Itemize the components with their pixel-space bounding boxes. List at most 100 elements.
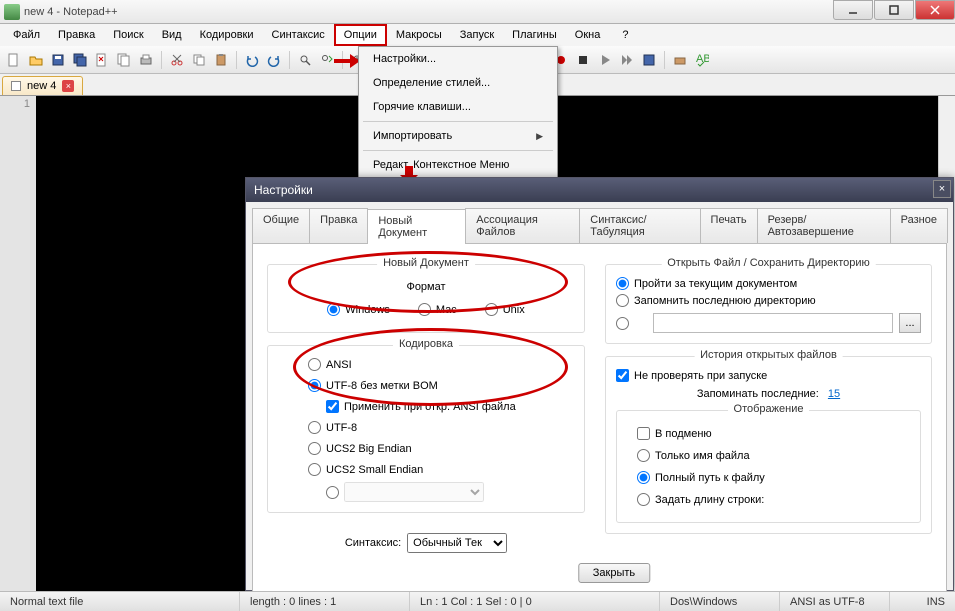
dir-input[interactable] [653, 313, 893, 333]
encoding-select[interactable] [344, 482, 484, 502]
radio-unix[interactable] [485, 303, 498, 316]
maximize-button[interactable] [874, 0, 914, 20]
menu-macros[interactable]: Макросы [387, 25, 451, 45]
status-os: Dos\Windows [660, 592, 780, 611]
remember-label: Запоминать последние: [697, 388, 819, 400]
dd-hotkeys[interactable]: Горячие клавиши... [359, 95, 557, 119]
app-icon [4, 4, 20, 20]
radio-name-only[interactable] [637, 449, 650, 462]
group-display: Отображение В подменю Только имя файла П… [616, 410, 921, 523]
print-icon[interactable] [136, 50, 156, 70]
open-icon[interactable] [26, 50, 46, 70]
dialog-body: Новый Документ Формат Windows Mac Unix К… [252, 244, 947, 594]
group-title: Новый Документ [377, 257, 475, 269]
options-dropdown: Настройки... Определение стилей... Горяч… [358, 46, 558, 178]
annotation-arrow-icon [334, 53, 360, 69]
radio-utf8[interactable] [308, 421, 321, 434]
closefile-icon[interactable] [92, 50, 112, 70]
minimize-button[interactable] [833, 0, 873, 20]
saveall-icon[interactable] [70, 50, 90, 70]
paste-icon[interactable] [211, 50, 231, 70]
close-button[interactable] [915, 0, 955, 20]
radio-ansi[interactable] [308, 358, 321, 371]
dd-preferences[interactable]: Настройки... [359, 47, 557, 71]
status-pos: Ln : 1 Col : 1 Sel : 0 | 0 [410, 592, 660, 611]
find-icon[interactable] [295, 50, 315, 70]
syntax-select[interactable]: Обычный Тек [407, 533, 507, 553]
tab-backup[interactable]: Резерв/Автозавершение [757, 208, 891, 243]
group-encoding: Кодировка ANSI UTF-8 без метки BOM Приме… [267, 345, 585, 513]
savem-icon[interactable] [639, 50, 659, 70]
radio-utf8-bom[interactable] [308, 379, 321, 392]
window-title: new 4 - Notepad++ [24, 6, 951, 18]
radio-full-path[interactable] [637, 471, 650, 484]
print2-icon[interactable] [670, 50, 690, 70]
group-title: Отображение [728, 403, 810, 415]
browse-button[interactable]: ... [899, 313, 921, 333]
save-icon[interactable] [48, 50, 68, 70]
group-title: Открыть Файл / Сохранить Директорию [661, 257, 876, 269]
tab-label: new 4 [27, 80, 56, 92]
new-icon[interactable] [4, 50, 24, 70]
dialog-close-icon[interactable]: × [933, 180, 951, 198]
spell-icon[interactable]: ABC [692, 50, 712, 70]
group-new-document: Новый Документ Формат Windows Mac Unix [267, 264, 585, 333]
dd-context-menu[interactable]: Редакт. Контекстное Меню [359, 153, 557, 177]
radio-mac[interactable] [418, 303, 431, 316]
status-bar: Normal text file length : 0 lines : 1 Ln… [0, 591, 955, 611]
menu-windows[interactable]: Окна [566, 25, 610, 45]
line-gutter: 1 [0, 96, 36, 591]
tab-print[interactable]: Печать [700, 208, 758, 243]
group-title: Кодировка [393, 338, 459, 350]
playmulti-icon[interactable] [617, 50, 637, 70]
tab-file-assoc[interactable]: Ассоциация Файлов [465, 208, 580, 243]
titlebar: new 4 - Notepad++ [0, 0, 955, 24]
radio-follow-doc[interactable] [616, 277, 629, 290]
remember-count[interactable]: 15 [828, 388, 840, 400]
menubar: Файл Правка Поиск Вид Кодировки Синтакси… [0, 24, 955, 46]
radio-custom-dir[interactable] [616, 317, 629, 330]
menu-run[interactable]: Запуск [451, 25, 503, 45]
menu-plugins[interactable]: Плагины [503, 25, 566, 45]
radio-set-length[interactable] [637, 493, 650, 506]
radio-remember-dir[interactable] [616, 294, 629, 307]
cut-icon[interactable] [167, 50, 187, 70]
menu-syntax[interactable]: Синтаксис [263, 25, 334, 45]
dd-styles[interactable]: Определение стилей... [359, 71, 557, 95]
tab-new-document[interactable]: Новый Документ [367, 209, 466, 244]
radio-windows[interactable] [327, 303, 340, 316]
syntax-label: Синтаксис: [345, 537, 401, 549]
check-submenu[interactable] [637, 427, 650, 440]
menu-search[interactable]: Поиск [104, 25, 152, 45]
radio-ucs2le[interactable] [308, 463, 321, 476]
tab-edit[interactable]: Правка [309, 208, 368, 243]
tab-close-icon[interactable]: × [62, 80, 74, 92]
tab-general[interactable]: Общие [252, 208, 310, 243]
radio-enc-custom[interactable] [326, 486, 339, 499]
stop-icon[interactable] [573, 50, 593, 70]
menu-edit[interactable]: Правка [49, 25, 104, 45]
copy-icon[interactable] [189, 50, 209, 70]
document-tab[interactable]: new 4 × [2, 76, 83, 95]
status-length: length : 0 lines : 1 [240, 592, 410, 611]
tab-syntax-tab[interactable]: Синтаксис/Табуляция [579, 208, 700, 243]
check-apply-ansi[interactable] [326, 400, 339, 413]
file-icon [11, 81, 21, 91]
group-history: История открытых файлов Не проверять при… [605, 356, 932, 534]
status-mode: Normal text file [0, 592, 240, 611]
dd-import[interactable]: Импортировать▶ [359, 124, 557, 148]
check-no-verify[interactable] [616, 369, 629, 382]
menu-view[interactable]: Вид [153, 25, 191, 45]
play-icon[interactable] [595, 50, 615, 70]
tab-misc[interactable]: Разное [890, 208, 948, 243]
menu-encoding[interactable]: Кодировки [191, 25, 263, 45]
close-button[interactable]: Закрыть [578, 563, 650, 583]
menu-options[interactable]: Опции [334, 24, 387, 46]
menu-help[interactable]: ? [613, 25, 637, 45]
redo-icon[interactable] [264, 50, 284, 70]
undo-icon[interactable] [242, 50, 262, 70]
radio-ucs2be[interactable] [308, 442, 321, 455]
closeall-icon[interactable] [114, 50, 134, 70]
dialog-tabs: Общие Правка Новый Документ Ассоциация Ф… [252, 208, 947, 244]
menu-file[interactable]: Файл [4, 25, 49, 45]
